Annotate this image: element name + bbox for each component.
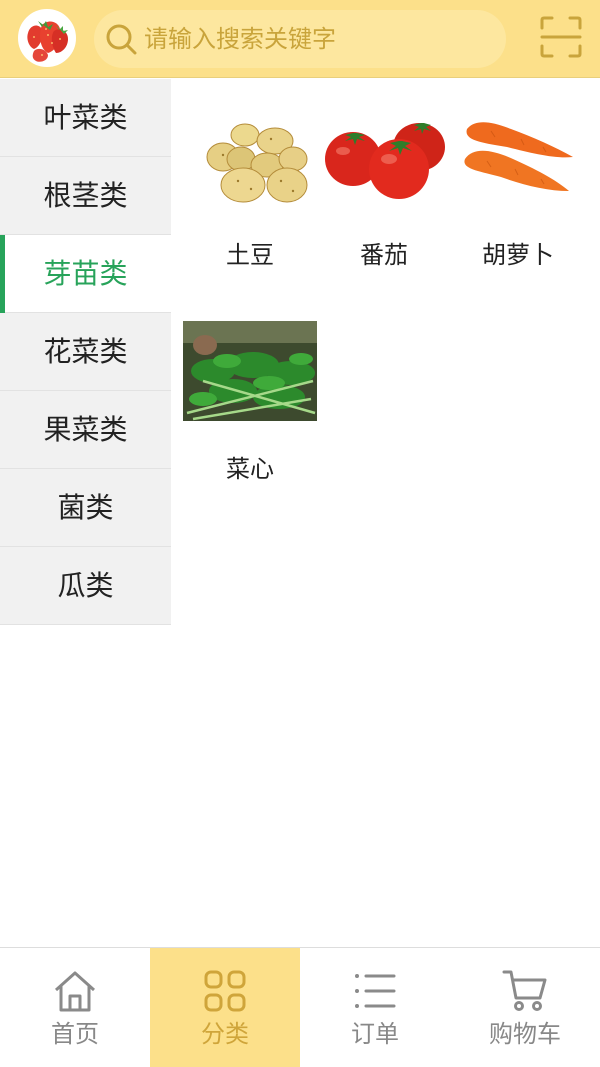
sidebar-item-fruit-veg[interactable]: 果菜类 (0, 391, 171, 469)
tab-label: 首页 (51, 1020, 99, 1048)
top-bar: 请输入搜索关键字 (0, 0, 600, 78)
tab-orders[interactable]: 订单 (300, 948, 450, 1067)
tab-label: 订单 (351, 1020, 399, 1048)
search-input[interactable]: 请输入搜索关键字 (94, 10, 506, 68)
product-name: 土豆 (226, 241, 274, 269)
sidebar-item-flower-veg[interactable]: 花菜类 (0, 313, 171, 391)
carrot-image (464, 122, 573, 191)
tomato-image (325, 123, 445, 199)
category-sidebar: 叶菜类 根茎类 芽苗类 花菜类 果菜类 菌类 瓜类 (0, 79, 171, 625)
tab-category[interactable]: 分类 (150, 948, 300, 1067)
search-icon (106, 24, 137, 55)
sidebar-item-root-stem[interactable]: 根茎类 (0, 157, 171, 235)
product-item-choy-sum[interactable]: 菜心 (183, 321, 317, 484)
tab-label: 分类 (201, 1020, 249, 1048)
product-name: 菜心 (226, 455, 274, 483)
category-icon (204, 970, 246, 1012)
product-name: 胡萝卜 (482, 241, 554, 269)
sidebar-item-sprouts[interactable]: 芽苗类 (0, 235, 171, 313)
choy-sum-image (183, 321, 317, 421)
search-placeholder: 请输入搜索关键字 (144, 25, 336, 53)
cart-icon (502, 970, 547, 1011)
list-icon (355, 974, 396, 1008)
potato-image (206, 123, 308, 203)
scan-icon[interactable] (540, 16, 582, 58)
tab-cart[interactable]: 购物车 (450, 948, 600, 1067)
home-icon (54, 971, 96, 1012)
product-item-carrot[interactable]: 胡萝卜 (451, 107, 585, 270)
strawberry-logo[interactable] (18, 9, 76, 67)
bottom-tab-bar: 首页 分类 订单 购物车 (0, 947, 600, 1067)
sidebar-item-mushrooms[interactable]: 菌类 (0, 469, 171, 547)
product-item-potato[interactable]: 土豆 (183, 107, 317, 270)
tab-label: 购物车 (489, 1020, 561, 1048)
tab-home[interactable]: 首页 (0, 948, 150, 1067)
sidebar-item-melons[interactable]: 瓜类 (0, 547, 171, 625)
product-name: 番茄 (360, 241, 408, 269)
sidebar-item-leafy[interactable]: 叶菜类 (0, 79, 171, 157)
product-item-tomato[interactable]: 番茄 (317, 107, 451, 270)
